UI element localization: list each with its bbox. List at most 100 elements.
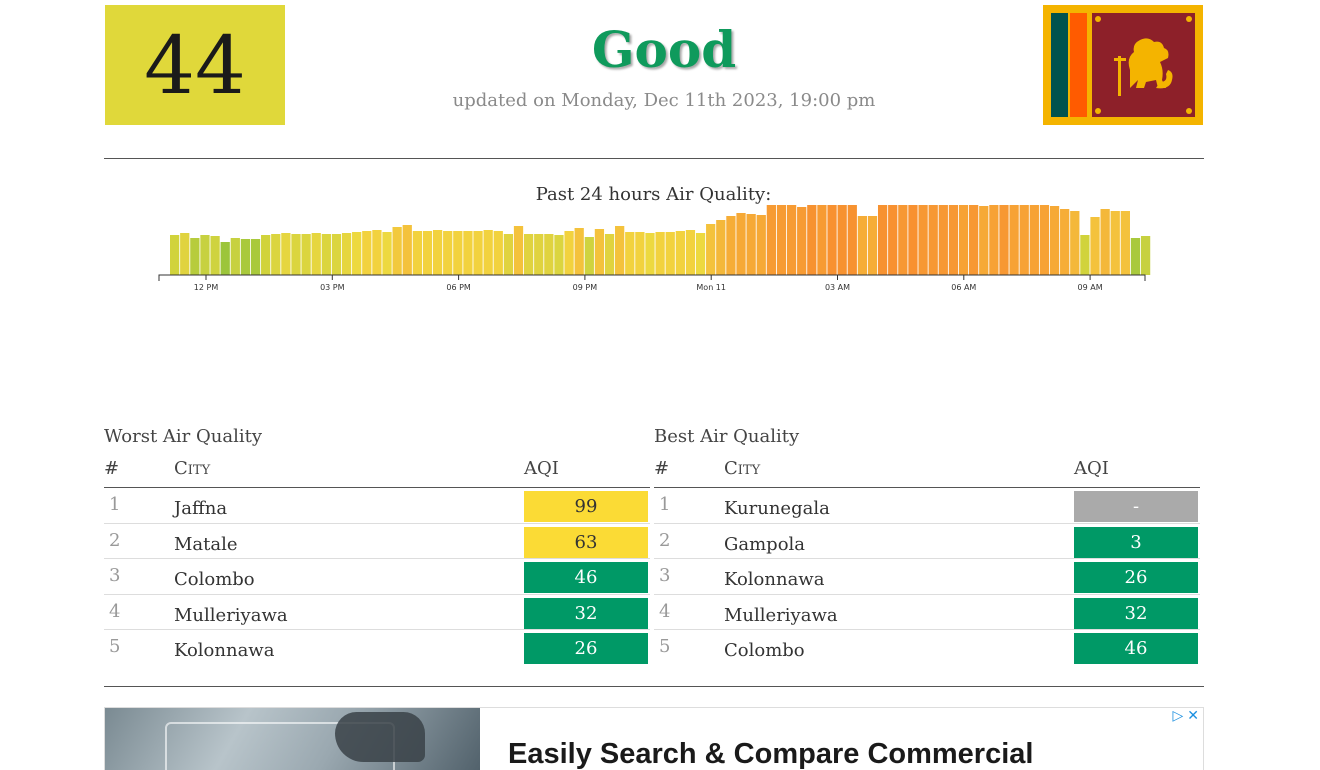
chart-bar[interactable]: [746, 214, 756, 275]
chart-bar[interactable]: [1029, 205, 1039, 275]
chart-bar[interactable]: [574, 228, 584, 275]
chart-bar[interactable]: [1039, 205, 1050, 275]
chart-bar[interactable]: [1120, 211, 1130, 275]
chart-bar[interactable]: [706, 224, 716, 275]
row-city-link[interactable]: Matale: [174, 534, 238, 555]
chart-bar[interactable]: [877, 205, 888, 275]
table-row[interactable]: 5 Kolonnawa 26: [104, 630, 650, 666]
chart-bar[interactable]: [1100, 209, 1110, 275]
chart-bar[interactable]: [675, 231, 685, 275]
chart-bar[interactable]: [847, 205, 857, 275]
chart-bar[interactable]: [382, 232, 392, 275]
chart-bar[interactable]: [584, 237, 594, 275]
chart-bar[interactable]: [230, 238, 240, 275]
chart-bar[interactable]: [220, 242, 230, 275]
chart-bar[interactable]: [513, 226, 524, 275]
chart-bar[interactable]: [240, 239, 251, 275]
chart-bar[interactable]: [695, 233, 706, 275]
chart-bar[interactable]: [888, 205, 898, 275]
chart-bar[interactable]: [200, 235, 210, 275]
adchoices-icon[interactable]: ▷: [1172, 708, 1183, 724]
chart-bar[interactable]: [372, 230, 382, 275]
row-city-link[interactable]: Colombo: [174, 569, 255, 590]
row-city-link[interactable]: Kolonnawa: [724, 569, 824, 590]
chart-bar[interactable]: [523, 234, 534, 275]
chart-bar[interactable]: [898, 205, 908, 275]
chart-bar[interactable]: [301, 234, 311, 275]
row-city-link[interactable]: Colombo: [724, 640, 805, 661]
chart-bar[interactable]: [1090, 217, 1100, 275]
chart-bar[interactable]: [1060, 209, 1070, 275]
chart-bar[interactable]: [1110, 211, 1120, 275]
chart-bar[interactable]: [503, 234, 514, 275]
chart-bar[interactable]: [827, 205, 837, 275]
chart-bar[interactable]: [1049, 206, 1060, 275]
chart-bar[interactable]: [989, 205, 999, 275]
chart-bar[interactable]: [867, 216, 878, 275]
row-city-link[interactable]: Kolonnawa: [174, 640, 274, 661]
chart-bar[interactable]: [1080, 235, 1090, 275]
chart-bar[interactable]: [635, 232, 645, 275]
close-icon[interactable]: ✕: [1187, 708, 1199, 724]
chart-bar[interactable]: [625, 232, 635, 275]
chart-bar[interactable]: [402, 225, 412, 275]
chart-bar[interactable]: [483, 230, 493, 275]
chart-bar[interactable]: [210, 236, 220, 275]
chart-bar[interactable]: [817, 205, 827, 275]
chart-bar[interactable]: [716, 220, 726, 275]
table-row[interactable]: 4 Mulleriyawa 32: [654, 595, 1200, 630]
chart-bar[interactable]: [190, 238, 200, 275]
chart-bar[interactable]: [321, 234, 331, 275]
chart-bar[interactable]: [1009, 205, 1019, 275]
table-row[interactable]: 5 Colombo 46: [654, 630, 1200, 666]
chart-bar[interactable]: [766, 205, 776, 275]
chart-bar[interactable]: [948, 205, 959, 275]
chart-bar[interactable]: [362, 231, 372, 275]
chart-bar[interactable]: [807, 205, 817, 275]
chart-bar[interactable]: [736, 213, 746, 275]
chart-bar[interactable]: [180, 233, 190, 275]
chart-bar[interactable]: [938, 205, 948, 275]
row-city-link[interactable]: Mulleriyawa: [174, 605, 288, 626]
chart-bar[interactable]: [645, 233, 655, 275]
chart-bar[interactable]: [615, 226, 625, 275]
chart-bar[interactable]: [170, 235, 180, 275]
chart-bar[interactable]: [969, 205, 979, 275]
chart-bar[interactable]: [432, 230, 443, 275]
chart-bar[interactable]: [554, 235, 564, 275]
chart-bar[interactable]: [786, 205, 797, 275]
chart-bar[interactable]: [776, 205, 787, 275]
chart-bar[interactable]: [999, 205, 1009, 275]
table-row[interactable]: 2 Matale 63: [104, 524, 650, 559]
chart-bar[interactable]: [918, 205, 928, 275]
row-city-link[interactable]: Mulleriyawa: [724, 605, 838, 626]
chart-bar[interactable]: [594, 229, 605, 275]
chart-bar[interactable]: [665, 232, 675, 275]
chart-bar[interactable]: [685, 230, 696, 275]
table-row[interactable]: 3 Kolonnawa 26: [654, 559, 1200, 595]
row-city-link[interactable]: Jaffna: [174, 498, 227, 519]
chart-bar[interactable]: [422, 231, 433, 275]
chart-bar[interactable]: [463, 231, 473, 275]
chart-bar[interactable]: [250, 239, 261, 275]
chart-bar[interactable]: [544, 234, 554, 275]
table-row[interactable]: 2 Gampola 3: [654, 524, 1200, 559]
chart-bar[interactable]: [857, 216, 868, 275]
chart-bar[interactable]: [1130, 238, 1141, 275]
chart-bar[interactable]: [443, 231, 453, 275]
chart-bar[interactable]: [655, 232, 665, 275]
chart-bar[interactable]: [958, 205, 969, 275]
chart-bar[interactable]: [756, 215, 766, 275]
chart-bar[interactable]: [271, 234, 281, 275]
chart-bar[interactable]: [1140, 236, 1151, 275]
chart-bar[interactable]: [331, 234, 342, 275]
chart-bar[interactable]: [341, 233, 352, 275]
chart-bar[interactable]: [534, 234, 544, 275]
chart-bar[interactable]: [1070, 211, 1080, 275]
chart-bar[interactable]: [281, 233, 291, 275]
chart-bar[interactable]: [928, 205, 938, 275]
ad-headline[interactable]: Easily Search & Compare Commercial: [508, 738, 1033, 770]
advertisement-banner[interactable]: Easily Search & Compare Commercial ▷ ✕: [104, 707, 1204, 770]
chart-bar[interactable]: [564, 231, 574, 275]
table-row[interactable]: 1 Kurunegala -: [654, 488, 1200, 524]
